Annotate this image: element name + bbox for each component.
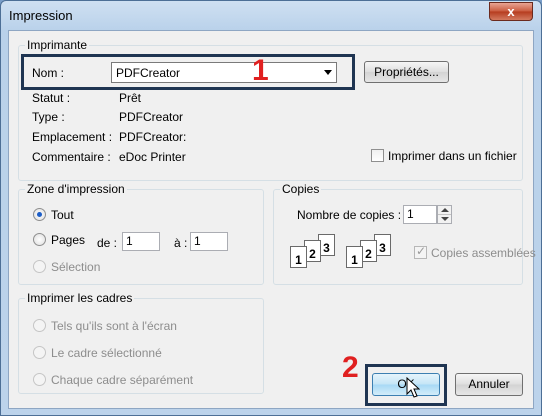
from-label: de : — [97, 236, 118, 250]
properties-button[interactable]: Propriétés... — [364, 61, 449, 83]
comment-label: Commentaire : — [32, 150, 111, 164]
print-to-file-checkbox[interactable] — [371, 149, 384, 162]
window-title: Impression — [9, 8, 73, 23]
copies-count-label: Nombre de copies : — [297, 208, 402, 222]
collated-pages-icon: 3 2 1 — [346, 234, 406, 274]
collate-label: Copies assemblées — [431, 246, 536, 260]
comment-value: eDoc Printer — [119, 150, 186, 164]
dialog-client-area: Imprimante Nom : PDFCreator 1 Propriétés… — [8, 30, 536, 409]
page-1-icon: 1 — [290, 246, 307, 268]
frames-as-screen-radio[interactable] — [33, 319, 46, 332]
print-to-file-label: Imprimer dans un fichier — [388, 149, 517, 163]
print-pages-label: Pages — [51, 233, 86, 247]
close-button[interactable]: x — [489, 2, 533, 21]
print-pages-radio[interactable] — [33, 233, 46, 246]
cancel-button[interactable]: Annuler — [455, 373, 523, 396]
copies-group-label: Copies — [280, 182, 322, 196]
frames-each-label: Chaque cadre séparément — [51, 373, 194, 387]
copies-spinner[interactable] — [437, 205, 452, 224]
status-value: Prêt — [119, 91, 142, 105]
title-bar[interactable]: Impression x — [1, 1, 541, 29]
frames-selected-radio[interactable] — [33, 346, 46, 359]
frames-group-label: Imprimer les cadres — [25, 291, 135, 305]
frames-each-radio[interactable] — [33, 373, 46, 386]
printer-group-label: Imprimante — [25, 38, 90, 52]
status-label: Statut : — [32, 91, 71, 105]
to-label: à : — [174, 236, 188, 250]
print-selection-label: Sélection — [51, 260, 101, 274]
spin-up-icon — [441, 208, 449, 212]
printer-group: Imprimante Nom : PDFCreator 1 Propriétés… — [18, 38, 523, 181]
frames-group: Imprimer les cadres Tels qu'ils sont à l… — [18, 291, 264, 394]
print-dialog-window: Impression x Imprimante Nom : PDFCreator… — [0, 0, 542, 416]
spin-down-icon — [441, 217, 449, 221]
annotation-box-1 — [21, 54, 355, 90]
print-range-group: Zone d'impression Tout Pages de : 1 à : … — [18, 182, 264, 285]
copies-group: Copies Nombre de copies : 1 3 2 1 3 2 1 … — [273, 182, 536, 285]
to-page-input[interactable]: 1 — [190, 232, 228, 251]
print-all-label: Tout — [51, 208, 74, 222]
annotation-number-2: 2 — [342, 351, 359, 384]
type-value: PDFCreator — [119, 110, 184, 124]
location-value: PDFCreator: — [119, 130, 187, 144]
frames-selected-label: Le cadre sélectionné — [51, 346, 162, 360]
from-page-input[interactable]: 1 — [122, 232, 160, 251]
collated-pages-icon: 3 2 1 — [290, 234, 350, 274]
close-icon: x — [507, 4, 515, 19]
frames-as-screen-label: Tels qu'ils sont à l'écran — [51, 319, 177, 333]
print-range-group-label: Zone d'impression — [25, 182, 127, 196]
mouse-cursor-icon — [406, 377, 420, 398]
page-1-icon: 1 — [346, 246, 363, 268]
print-all-radio[interactable] — [33, 208, 46, 221]
annotation-number-1: 1 — [252, 54, 269, 87]
copies-count-input[interactable]: 1 — [403, 205, 437, 224]
location-label: Emplacement : — [32, 130, 113, 144]
collate-checkbox[interactable] — [414, 244, 427, 259]
type-label: Type : — [32, 110, 65, 124]
print-selection-radio[interactable] — [33, 260, 46, 273]
